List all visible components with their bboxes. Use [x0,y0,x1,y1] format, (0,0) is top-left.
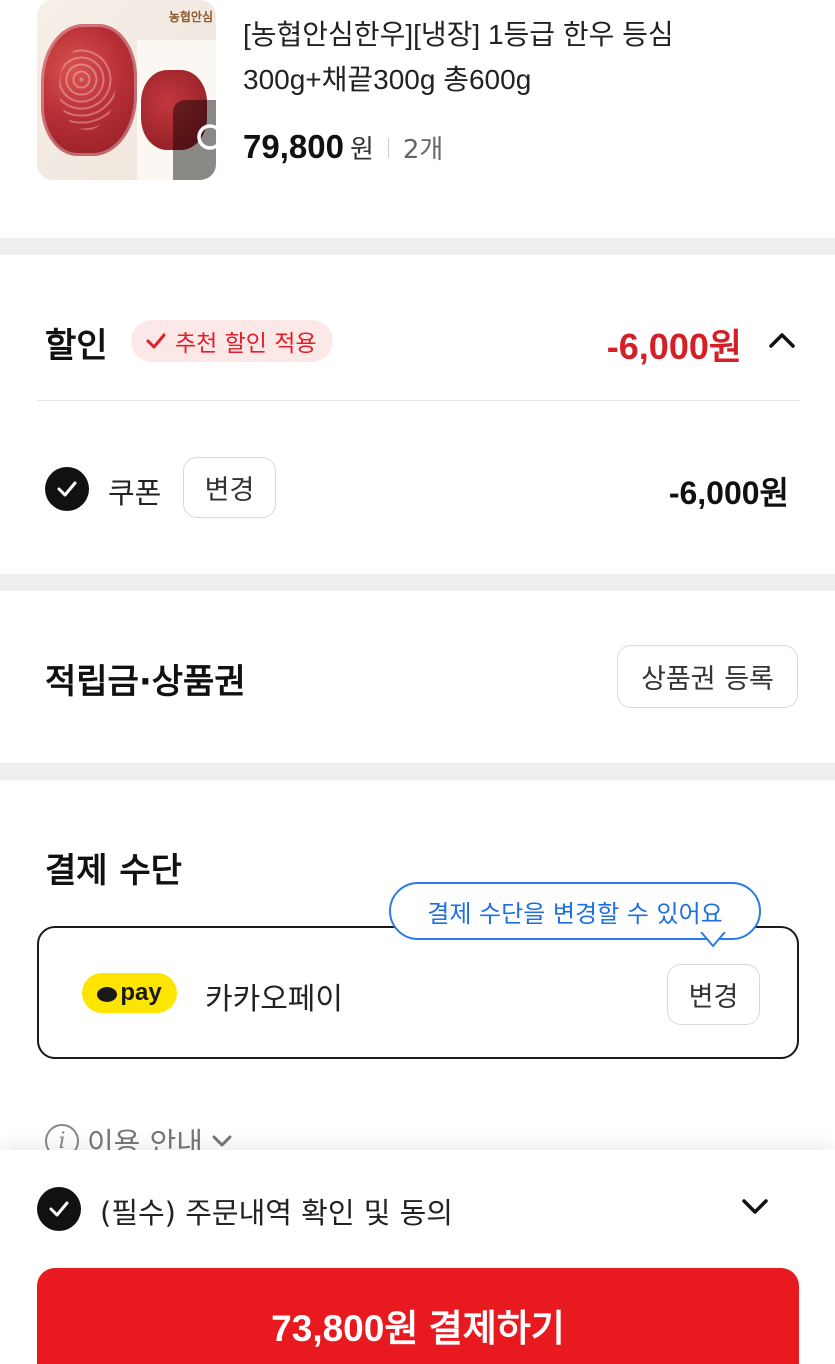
steak-image [41,24,137,156]
divider [37,400,799,401]
agree-label[interactable]: (필수) 주문내역 확인 및 동의 [100,1190,453,1232]
badge-label: 추천 할인 적용 [175,331,317,357]
product-thumbnail[interactable]: 농협안심 [37,0,216,180]
chevron-down-icon[interactable] [740,1196,770,1218]
agree-checkbox[interactable] [37,1187,81,1231]
brand-logo: 농협안심 [168,10,213,24]
coupon-checkbox[interactable] [45,467,89,511]
magnifier-icon [197,124,216,150]
product-title[interactable]: [농협안심한우][냉장] 1등급 한우 등심 300g+채끝300g 총600g [243,12,803,102]
check-icon [146,333,166,349]
coupon-change-button[interactable]: 변경 [183,457,276,518]
discount-total: -6,000원 [606,326,742,367]
points-title: 적립금·상품권 [45,662,246,702]
product-price: 79,800 [243,128,344,165]
check-icon [57,481,77,497]
discount-title: 할인 [45,326,108,366]
pay-button[interactable]: 73,800원 결제하기 [37,1268,799,1364]
price-currency: 원 [349,135,374,165]
section-divider [0,238,835,255]
payment-change-button[interactable]: 변경 [667,964,760,1025]
order-product-summary: 농협안심 [농협안심한우][냉장] 1등급 한우 등심 300g+채끝300g … [0,0,835,238]
coupon-amount: -6,000원 [668,475,789,511]
speech-bubble-icon [97,986,118,1002]
payment-title: 결제 수단 [45,851,182,891]
coupon-label: 쿠폰 [108,476,162,510]
price-row: 79,800 원 2개 [243,128,443,168]
zoom-button[interactable] [173,100,216,180]
check-icon [49,1201,69,1217]
recommended-discount-badge: 추천 할인 적용 [131,320,333,362]
kakaopay-logo: pay [82,973,177,1013]
product-quantity: 2개 [402,135,444,165]
chevron-down-icon [212,1135,232,1147]
chevron-up-icon[interactable] [768,330,796,350]
product-title-line2: 300g+채끝300g 총600g [243,64,532,95]
gift-card-register-button[interactable]: 상품권 등록 [617,645,798,708]
price-divider [387,138,389,158]
payment-method-name: 카카오페이 [205,982,343,1017]
product-title-line1: [농협안심한우][냉장] 1등급 한우 등심 [243,19,674,50]
section-divider [0,763,835,780]
section-divider [0,574,835,591]
tooltip-tail [700,932,726,948]
